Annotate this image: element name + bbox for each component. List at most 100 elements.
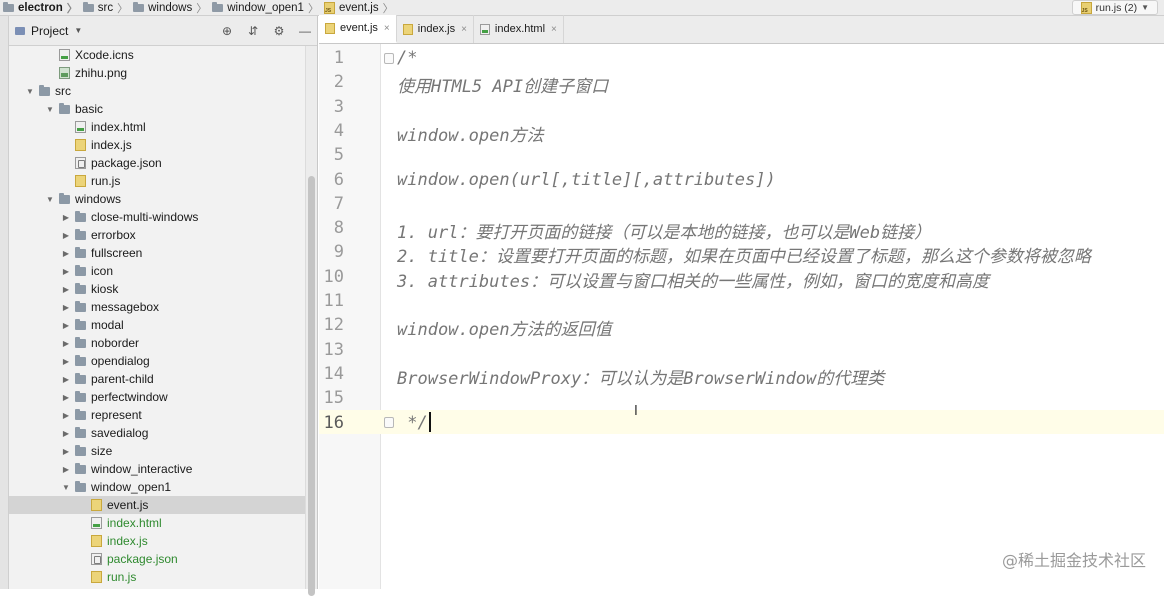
project-title: Project xyxy=(31,24,68,38)
breadcrumb-separator-icon: 〉 xyxy=(196,0,207,16)
expand-arrow-closed-icon[interactable]: ▶ xyxy=(61,321,71,330)
code-line[interactable]: window.open(url[,title][,attributes]) xyxy=(397,170,776,190)
expand-arrow-closed-icon[interactable]: ▶ xyxy=(61,447,71,456)
breadcrumb-item[interactable]: electron〉 xyxy=(0,0,80,16)
json-file-icon xyxy=(75,157,86,169)
fold-marker-icon[interactable] xyxy=(384,417,394,428)
locate-file-icon[interactable]: ⊕ xyxy=(221,24,233,38)
collapse-all-icon[interactable]: ⇵ xyxy=(247,24,259,38)
tree-item[interactable]: ▶messagebox xyxy=(9,298,305,316)
tree-item[interactable]: ▶opendialog xyxy=(9,352,305,370)
expand-arrow-open-icon[interactable]: ▼ xyxy=(25,87,35,96)
breadcrumb-label: window_open1 xyxy=(227,2,304,14)
tree-item[interactable]: ▶window_interactive xyxy=(9,460,305,478)
line-number: 14 xyxy=(319,364,344,384)
breadcrumb-item[interactable]: src〉 xyxy=(80,0,130,16)
editor-tab[interactable]: index.js × xyxy=(397,15,474,43)
tree-item[interactable]: ▶modal xyxy=(9,316,305,334)
tree-item[interactable]: ▼window_open1 xyxy=(9,478,305,496)
tree-item[interactable]: ▼basic xyxy=(9,100,305,118)
tree-item[interactable]: ▶icon xyxy=(9,262,305,280)
folder-icon xyxy=(75,429,86,438)
expand-arrow-closed-icon[interactable]: ▶ xyxy=(61,249,71,258)
tree-item-label: errorbox xyxy=(91,228,136,242)
expand-arrow-closed-icon[interactable]: ▶ xyxy=(61,429,71,438)
ibeam-cursor-icon: I xyxy=(634,404,638,419)
tree-item[interactable]: package.json xyxy=(9,154,305,172)
code-line[interactable]: */ xyxy=(397,413,428,433)
tree-item[interactable]: event.js xyxy=(9,496,305,514)
tree-item[interactable]: ▶ errorbox xyxy=(9,226,305,244)
tree-item[interactable]: zhihu.png xyxy=(9,64,305,82)
code-line[interactable]: 2. title：设置要打开页面的标题，如果在页面中已经设置了标题，那么这个参数… xyxy=(397,242,1091,267)
tree-item[interactable]: ▶close-multi-windows xyxy=(9,208,305,226)
tree-item[interactable]: index.js xyxy=(9,532,305,550)
run-configuration-selector[interactable]: run.js (2) ▼ xyxy=(1072,0,1158,15)
tree-item[interactable]: ▶parent-child xyxy=(9,370,305,388)
expand-arrow-closed-icon[interactable]: ▶ xyxy=(61,375,71,384)
breadcrumb-label: windows xyxy=(148,2,192,14)
tree-item[interactable]: package.json xyxy=(9,550,305,568)
tree-item[interactable]: run.js xyxy=(9,172,305,190)
code-line[interactable]: /* xyxy=(397,48,417,68)
expand-arrow-closed-icon[interactable]: ▶ xyxy=(61,411,71,420)
tree-item[interactable]: index.js xyxy=(9,136,305,154)
breadcrumb-item[interactable]: window_open1〉 xyxy=(209,0,321,16)
tree-item[interactable]: ▼windows xyxy=(9,190,305,208)
fold-marker-icon[interactable] xyxy=(384,53,394,64)
expand-arrow-closed-icon[interactable]: ▶ xyxy=(61,231,71,240)
line-number: 1 xyxy=(319,48,344,68)
tree-item[interactable]: ▶perfectwindow xyxy=(9,388,305,406)
expand-arrow-closed-icon[interactable]: ▶ xyxy=(61,339,71,348)
code-line[interactable]: 3. attributes：可以设置与窗口相关的一些属性，例如，窗口的宽度和高度 xyxy=(397,267,989,292)
expand-arrow-closed-icon[interactable]: ▶ xyxy=(61,393,71,402)
folder-icon xyxy=(83,4,94,12)
tree-item[interactable]: index.html xyxy=(9,514,305,532)
scrollbar-thumb[interactable] xyxy=(308,176,315,596)
tree-item[interactable]: ▶fullscreen xyxy=(9,244,305,262)
folder-icon xyxy=(75,393,86,402)
tab-label: index.js xyxy=(418,23,455,35)
expand-arrow-closed-icon[interactable]: ▶ xyxy=(61,267,71,276)
editor-tabs: event.js×index.js×index.html× xyxy=(319,16,1164,44)
tree-item[interactable]: ▶size xyxy=(9,442,305,460)
code-line[interactable]: BrowserWindowProxy：可以认为是BrowserWindow的代理… xyxy=(397,364,884,389)
editor-tab[interactable]: event.js× xyxy=(319,15,397,43)
line-number: 3 xyxy=(319,97,344,117)
breadcrumb-item[interactable]: windows 〉 xyxy=(130,0,209,16)
code-line[interactable]: 1. url：要打开页面的链接（可以是本地的链接，也可以是Web链接） xyxy=(397,218,931,243)
tree-item[interactable]: index.html xyxy=(9,118,305,136)
project-scrollbar[interactable] xyxy=(305,46,317,589)
breadcrumb-item[interactable]: event.js〉 xyxy=(321,0,396,16)
code-line[interactable]: window.open方法 xyxy=(397,121,544,146)
tree-item[interactable]: Xcode.icns xyxy=(9,46,305,64)
expand-arrow-closed-icon[interactable]: ▶ xyxy=(61,285,71,294)
tree-item[interactable]: ▶noborder xyxy=(9,334,305,352)
tree-item[interactable]: ▶savedialog xyxy=(9,424,305,442)
tree-item[interactable]: run.js xyxy=(9,568,305,586)
close-tab-icon[interactable]: × xyxy=(551,24,557,35)
close-tab-icon[interactable]: × xyxy=(461,24,467,35)
expand-arrow-closed-icon[interactable]: ▶ xyxy=(61,303,71,312)
image-file-icon xyxy=(59,67,70,79)
html-file-icon xyxy=(91,517,102,529)
js-file-icon xyxy=(403,24,413,35)
expand-arrow-closed-icon[interactable]: ▶ xyxy=(61,357,71,366)
hide-panel-icon[interactable]: — xyxy=(299,24,311,38)
line-number: 2 xyxy=(319,72,344,92)
expand-arrow-open-icon[interactable]: ▼ xyxy=(45,195,55,204)
expand-arrow-open-icon[interactable]: ▼ xyxy=(45,105,55,114)
code-line[interactable]: window.open方法的返回值 xyxy=(397,315,612,340)
code-line[interactable]: 使用HTML5 API创建子窗口 xyxy=(397,72,608,97)
tree-item[interactable]: ▼src xyxy=(9,82,305,100)
tree-item[interactable]: ▶represent xyxy=(9,406,305,424)
editor-tab[interactable]: index.html× xyxy=(474,15,564,43)
expand-arrow-open-icon[interactable]: ▼ xyxy=(61,483,71,492)
project-view-selector[interactable]: Project ▼ xyxy=(15,24,82,38)
tree-item[interactable]: ▶kiosk xyxy=(9,280,305,298)
expand-arrow-closed-icon[interactable]: ▶ xyxy=(61,213,71,222)
gear-icon[interactable]: ⚙ xyxy=(273,24,285,38)
close-tab-icon[interactable]: × xyxy=(384,23,390,34)
js-file-icon xyxy=(75,175,86,187)
expand-arrow-closed-icon[interactable]: ▶ xyxy=(61,465,71,474)
